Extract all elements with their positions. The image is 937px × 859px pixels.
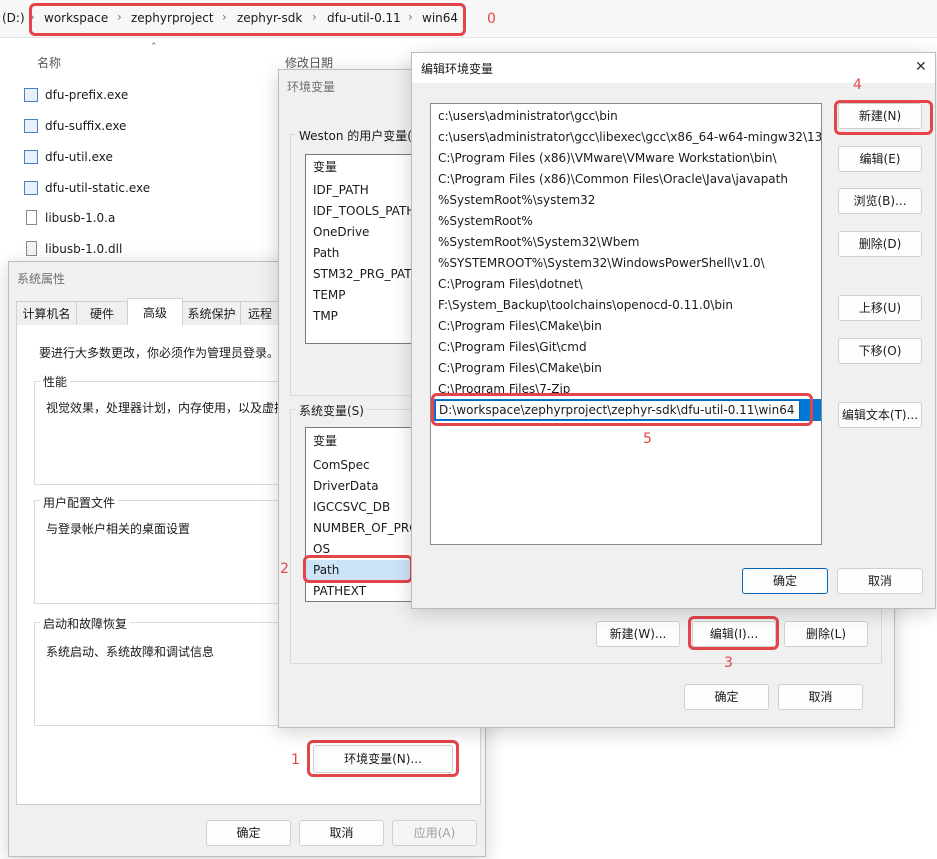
dll-icon	[26, 241, 37, 256]
drive-label[interactable]: (D:)	[2, 11, 25, 25]
dialog-title: 编辑环境变量	[421, 62, 494, 76]
path-item[interactable]: C:\Program Files\CMake\bin	[431, 358, 821, 379]
dialog-title: 环境变量	[287, 80, 336, 94]
path-list[interactable]: c:\users\administrator\gcc\bin c:\users\…	[430, 103, 822, 545]
performance-label: 性能	[40, 373, 71, 390]
path-item[interactable]: C:\Program Files\Git\cmd	[431, 337, 821, 358]
file-row[interactable]: dfu-suffix.exe	[22, 117, 262, 137]
annotation-number-1: 1	[291, 752, 300, 768]
path-item[interactable]: C:\Program Files (x86)\Common Files\Orac…	[431, 169, 821, 190]
annotation-number-5: 5	[643, 431, 652, 447]
path-item[interactable]: %SYSTEMROOT%\System32\WindowsPowerShell\…	[431, 253, 821, 274]
annotation-number-3: 3	[724, 655, 733, 671]
sysprops-apply-button[interactable]: 应用(A)	[392, 820, 477, 846]
exe-icon	[24, 181, 38, 195]
move-down-button[interactable]: 下移(O)	[838, 338, 922, 364]
file-row[interactable]: dfu-prefix.exe	[22, 86, 262, 106]
path-item[interactable]: %SystemRoot%\System32\Wbem	[431, 232, 821, 253]
tab-remote[interactable]: 远程	[240, 301, 280, 325]
annotation-number-4: 4	[853, 77, 862, 93]
close-icon[interactable]: ✕	[915, 59, 927, 75]
user-vars-label: Weston 的用户变量(	[296, 127, 415, 144]
tab-system-protection[interactable]: 系统保护	[182, 301, 241, 325]
file-name: libusb-1.0.a	[45, 211, 116, 225]
path-item[interactable]: c:\users\administrator\gcc\libexec\gcc\x…	[431, 127, 821, 148]
move-up-button[interactable]: 上移(U)	[838, 295, 922, 321]
file-icon	[26, 210, 37, 225]
annotation-box-1	[307, 740, 459, 777]
path-item[interactable]: C:\Program Files (x86)\VMware\VMware Wor…	[431, 148, 821, 169]
edit-button[interactable]: 编辑(E)	[838, 146, 922, 172]
file-name: dfu-suffix.exe	[45, 119, 127, 133]
startup-desc: 系统启动、系统故障和调试信息	[46, 645, 215, 659]
path-item[interactable]: %SystemRoot%	[431, 211, 821, 232]
file-row[interactable]: dfu-util-static.exe	[22, 179, 262, 199]
edit-env-var-dialog: 编辑环境变量 ✕ c:\users\administrator\gcc\bin …	[411, 52, 936, 609]
profiles-label: 用户配置文件	[40, 494, 119, 511]
envvars-ok-button[interactable]: 确定	[684, 684, 769, 710]
path-item[interactable]: C:\Program Files\CMake\bin	[431, 316, 821, 337]
annotation-number-2: 2	[280, 561, 289, 577]
system-delete-button[interactable]: 删除(L)	[784, 621, 868, 647]
admin-notice: 要进行大多数更改，你必须作为管理员登录。	[39, 346, 280, 360]
annotation-box-2	[303, 555, 413, 583]
exe-icon	[24, 88, 38, 102]
startup-label: 启动和故障恢复	[40, 615, 131, 632]
file-name: libusb-1.0.dll	[45, 242, 123, 256]
delete-button[interactable]: 删除(D)	[838, 231, 922, 257]
path-item[interactable]: C:\Program Files\dotnet\	[431, 274, 821, 295]
editenv-ok-button[interactable]: 确定	[742, 568, 828, 594]
tab-computer-name[interactable]: 计算机名	[16, 301, 77, 325]
column-header-name[interactable]: 名称	[37, 54, 61, 71]
tab-hardware[interactable]: 硬件	[76, 301, 128, 325]
system-vars-label: 系统变量(S)	[296, 402, 367, 419]
dialog-title: 系统属性	[17, 272, 66, 286]
exe-icon	[24, 119, 38, 133]
annotation-box-0	[29, 3, 466, 36]
file-name: dfu-prefix.exe	[45, 88, 129, 102]
sort-up-icon: ⌃	[150, 42, 158, 52]
profiles-desc: 与登录帐户相关的桌面设置	[46, 522, 191, 536]
path-item[interactable]: F:\System_Backup\toolchains\openocd-0.11…	[431, 295, 821, 316]
tab-advanced[interactable]: 高级	[127, 298, 183, 326]
annotation-box-5	[431, 393, 813, 426]
edit-text-button[interactable]: 编辑文本(T)...	[838, 402, 922, 428]
file-row[interactable]: dfu-util.exe	[22, 148, 262, 168]
browse-button[interactable]: 浏览(B)...	[838, 188, 922, 214]
path-item[interactable]: c:\users\administrator\gcc\bin	[431, 106, 821, 127]
annotation-box-4	[834, 100, 933, 135]
performance-desc: 视觉效果，处理器计划，内存使用，以及虚拟	[46, 401, 287, 415]
annotation-box-3	[688, 616, 779, 650]
file-row[interactable]: libusb-1.0.a	[22, 209, 262, 229]
file-name: dfu-util.exe	[45, 150, 113, 164]
file-row[interactable]: libusb-1.0.dll	[22, 240, 262, 260]
sysprops-cancel-button[interactable]: 取消	[299, 820, 384, 846]
system-new-button[interactable]: 新建(W)...	[596, 621, 680, 647]
annotation-number-0: 0	[487, 11, 496, 27]
editenv-cancel-button[interactable]: 取消	[837, 568, 923, 594]
path-item[interactable]: %SystemRoot%\system32	[431, 190, 821, 211]
exe-icon	[24, 150, 38, 164]
sysprops-ok-button[interactable]: 确定	[206, 820, 291, 846]
file-name: dfu-util-static.exe	[45, 181, 151, 195]
envvars-cancel-button[interactable]: 取消	[778, 684, 863, 710]
